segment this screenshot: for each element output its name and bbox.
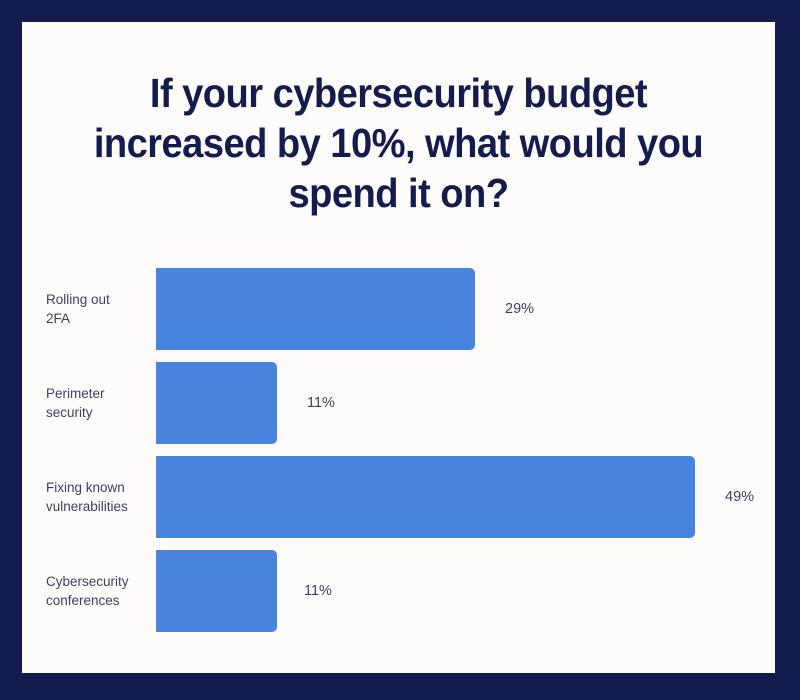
bar-track: 11%	[156, 362, 775, 444]
bar-category-label: Fixing known vulnerabilities	[46, 480, 128, 514]
bar-value-label: 49%	[725, 489, 755, 505]
bar-rect	[156, 550, 277, 632]
bar-row: Fixing known vulnerabilities 49%	[22, 456, 775, 538]
bar-value-label: 11%	[304, 583, 332, 599]
figure-frame: If your cybersecurity budget increased b…	[0, 0, 800, 700]
bar-category-label: Cybersecurity conferences	[46, 574, 129, 608]
bar-track: 29%	[156, 268, 775, 350]
bar-category-label: Rolling out 2FA	[46, 292, 110, 326]
figure-card: If your cybersecurity budget increased b…	[22, 22, 775, 673]
bar-row: Cybersecurity conferences 11%	[22, 550, 775, 632]
bar-rect	[156, 456, 695, 538]
bar-row: Perimeter security 11%	[22, 362, 775, 444]
bar-value-label: 11%	[307, 395, 335, 411]
chart-title: If your cybersecurity budget increased b…	[93, 70, 704, 216]
plot-area: Rolling out 2FA 29% Perimeter security 1…	[22, 268, 775, 664]
bar-rect	[156, 268, 475, 350]
bar-rect	[156, 362, 277, 444]
bar-row: Rolling out 2FA 29%	[22, 268, 775, 350]
bar-value-label: 29%	[505, 301, 535, 317]
bar-track: 11%	[156, 550, 775, 632]
bar-track: 49%	[156, 456, 775, 538]
bar-category-label: Perimeter security	[46, 386, 105, 420]
